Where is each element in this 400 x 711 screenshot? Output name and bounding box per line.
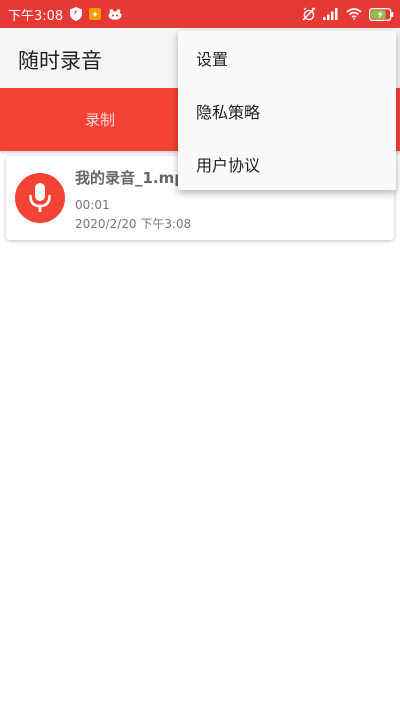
status-left: 下午3:08 ✦ bbox=[8, 5, 122, 24]
wifi-icon bbox=[346, 8, 362, 20]
menu-item-settings[interactable]: 设置 bbox=[178, 31, 396, 84]
menu-item-settings-label: 设置 bbox=[196, 49, 229, 69]
weibo-icon bbox=[108, 8, 122, 20]
svg-text:✦: ✦ bbox=[91, 11, 99, 21]
tab-record-label: 录制 bbox=[84, 111, 115, 129]
app-title: 随时录音 bbox=[18, 49, 102, 73]
recording-date: 2020/2/20 下午3:08 bbox=[75, 217, 192, 231]
tab-record[interactable]: 录制 bbox=[0, 88, 200, 151]
status-right bbox=[302, 7, 394, 21]
status-time: 下午3:08 bbox=[8, 8, 64, 24]
alarm-off-icon bbox=[302, 7, 316, 21]
status-bar: 下午3:08 ✦ bbox=[0, 0, 400, 28]
battery-charging-icon bbox=[369, 7, 394, 21]
menu-item-user-agreement-label: 用户协议 bbox=[196, 155, 261, 175]
overflow-menu: 设置 隐私策略 用户协议 bbox=[178, 31, 396, 190]
shield-icon bbox=[70, 7, 83, 21]
menu-item-privacy-policy[interactable]: 隐私策略 bbox=[178, 84, 396, 137]
signal-icon bbox=[323, 8, 339, 20]
microphone-icon bbox=[15, 173, 65, 223]
app-screen: 下午3:08 ✦ 随时录音 录制 我的录音_1.mp3 00:01 2020/2… bbox=[0, 0, 400, 711]
recording-duration: 00:01 bbox=[75, 198, 110, 212]
menu-item-user-agreement[interactable]: 用户协议 bbox=[178, 137, 396, 190]
menu-item-privacy-policy-label: 隐私策略 bbox=[196, 102, 261, 122]
app-notification-icon: ✦ bbox=[89, 8, 102, 21]
